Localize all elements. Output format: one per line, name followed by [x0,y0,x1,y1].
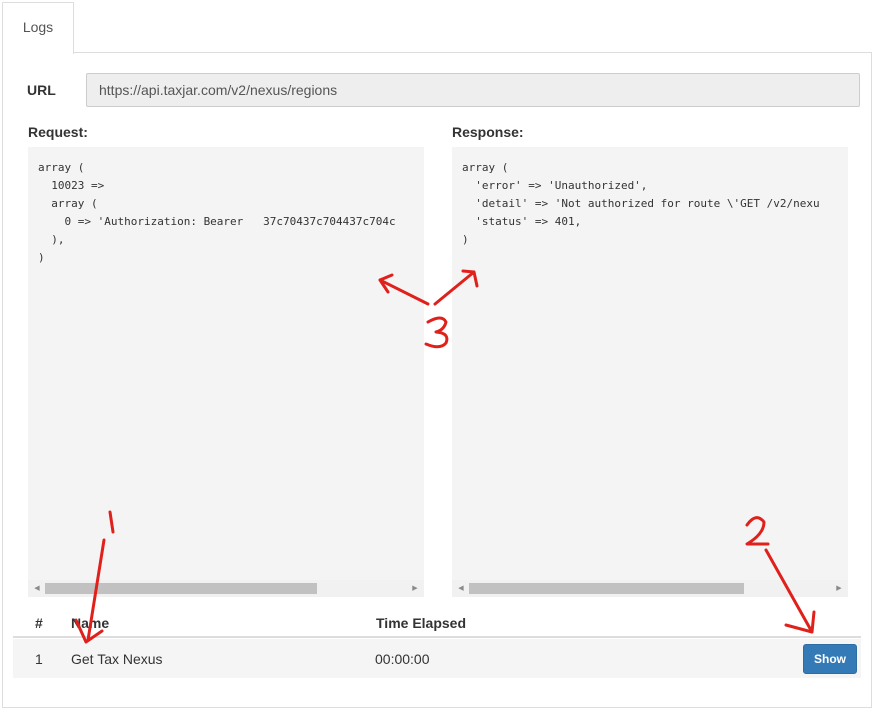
show-button[interactable]: Show [803,644,857,674]
request-code-box[interactable]: array ( 10023 => array ( 0 => 'Authoriza… [28,147,424,597]
column-header-time-elapsed: Time Elapsed [376,615,467,631]
scrollbar-thumb[interactable] [469,583,744,594]
row-name: Get Tax Nexus [71,651,163,667]
scrollbar-thumb[interactable] [45,583,317,594]
response-code: array ( 'error' => 'Unauthorized', 'deta… [462,161,820,246]
column-header-number: # [35,615,43,631]
response-scrollbar[interactable]: ◀ ▶ [452,580,848,597]
tab-strip: Logs [0,0,876,54]
response-label: Response: [452,124,524,140]
scroll-right-icon[interactable]: ▶ [410,583,420,594]
table-row: 1 Get Tax Nexus 00:00:00 [13,639,861,678]
request-scrollbar[interactable]: ◀ ▶ [28,580,424,597]
row-number: 1 [35,651,43,667]
request-label: Request: [28,124,88,140]
url-label: URL [27,82,56,98]
request-code: array ( 10023 => array ( 0 => 'Authoriza… [38,161,396,264]
column-header-name: Name [71,615,110,631]
response-code-box[interactable]: array ( 'error' => 'Unauthorized', 'deta… [452,147,848,597]
scroll-left-icon[interactable]: ◀ [456,583,466,594]
scroll-left-icon[interactable]: ◀ [32,583,42,594]
table-header: # Name Time Elapsed [13,610,861,638]
row-time-elapsed: 00:00:00 [375,651,430,667]
tab-logs[interactable]: Logs [2,2,74,54]
scroll-right-icon[interactable]: ▶ [834,583,844,594]
url-field[interactable] [86,73,860,107]
